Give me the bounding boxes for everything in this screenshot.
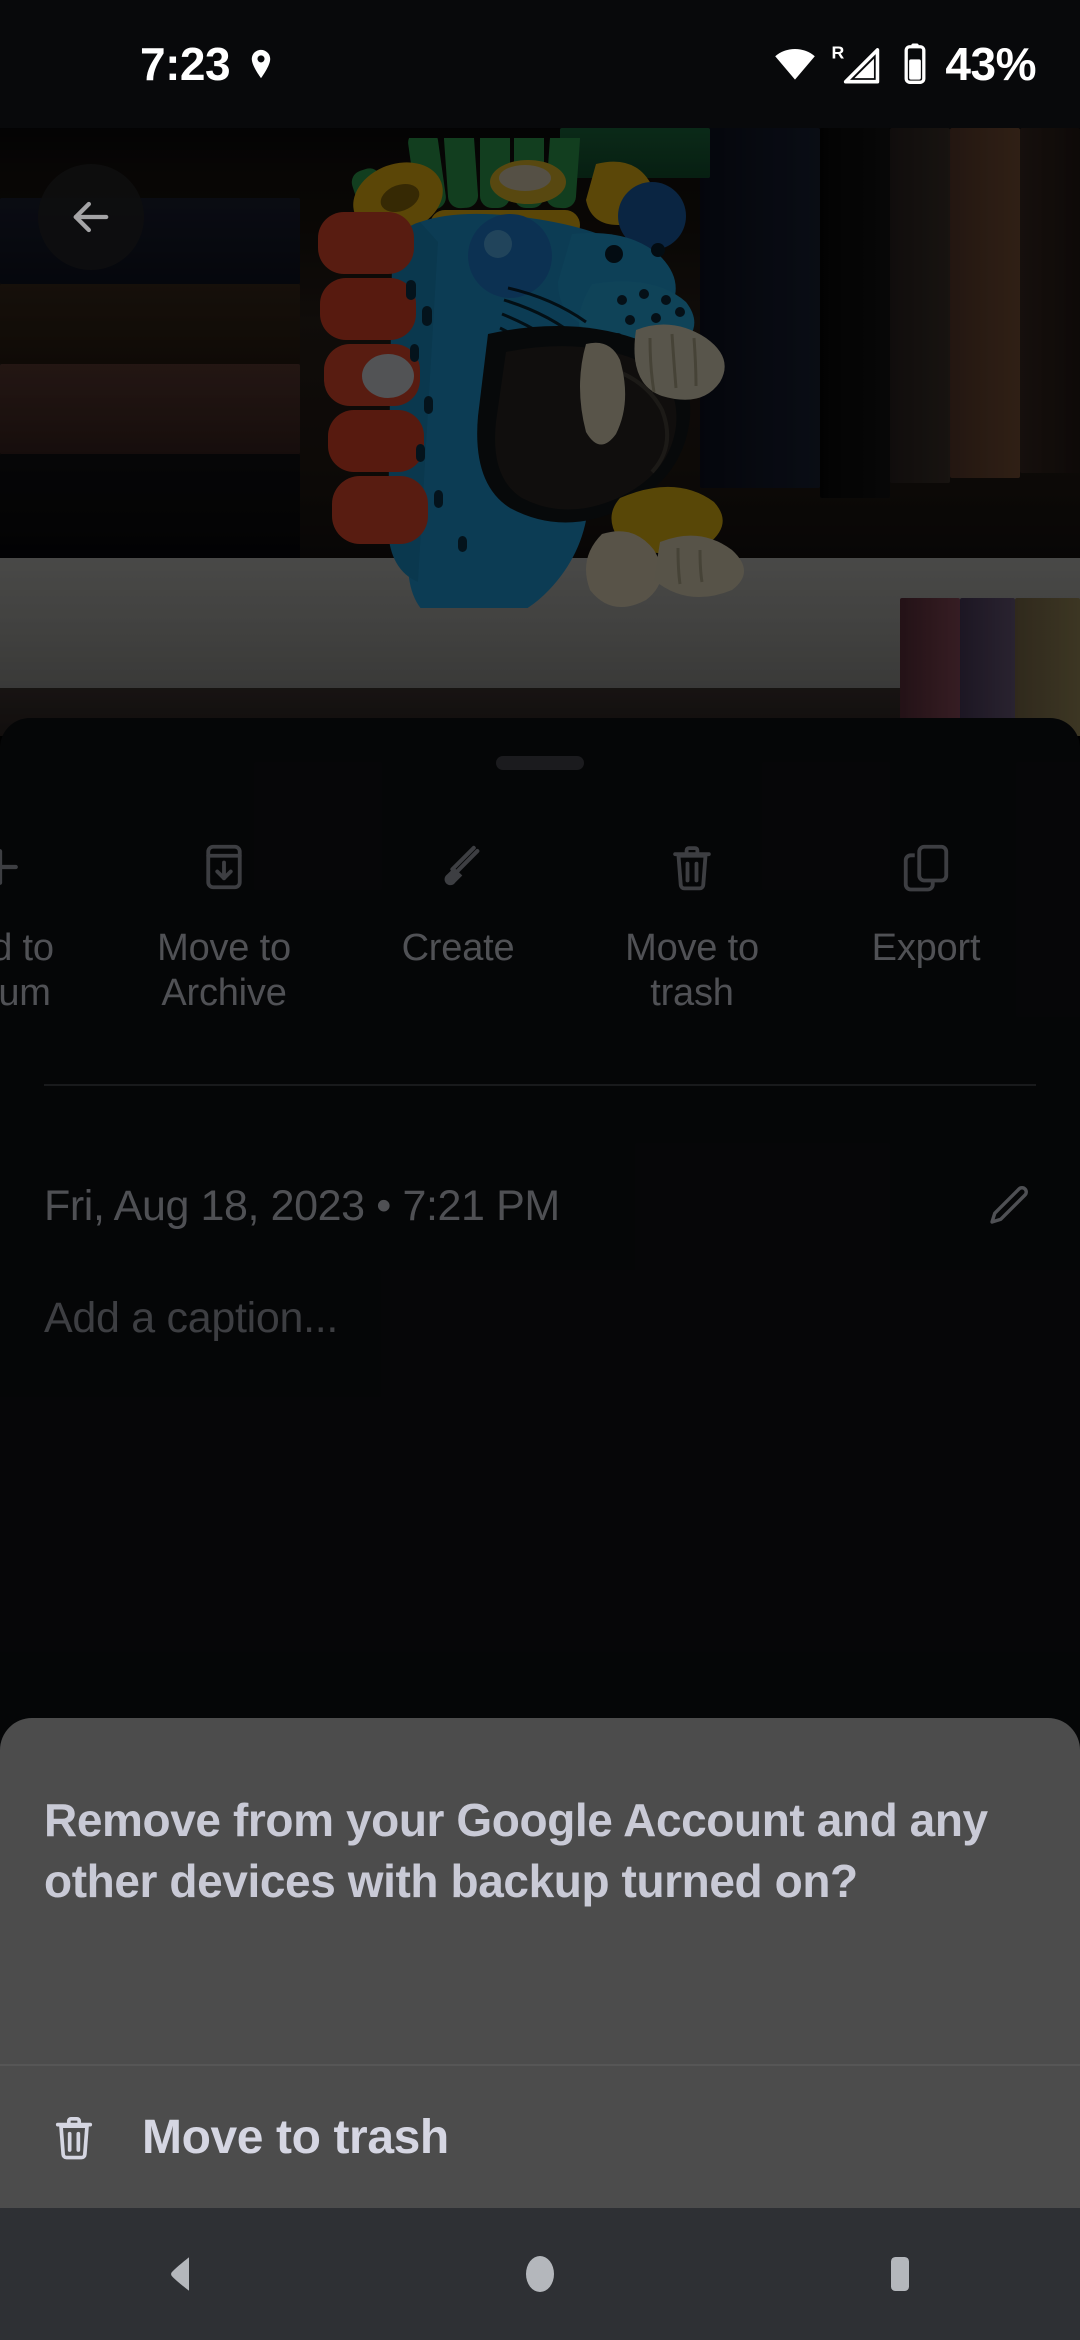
- phone-screen: Add to album Move to Archive: [0, 0, 1080, 2340]
- battery-percent: 43%: [945, 38, 1036, 90]
- nav-recents-square: [891, 2257, 909, 2291]
- status-bar: 7:23 R 43%: [0, 0, 1080, 128]
- trash-icon: [55, 2116, 93, 2160]
- dialog-action-label: Move to trash: [142, 2110, 449, 2164]
- nav-home-button[interactable]: [480, 2214, 600, 2334]
- battery-icon: [899, 42, 931, 86]
- dialog-move-to-trash-button[interactable]: Move to trash: [0, 2066, 1080, 2208]
- svg-text:R: R: [832, 43, 845, 63]
- status-time: 7:23: [140, 38, 231, 90]
- wifi-icon: [773, 42, 817, 86]
- nav-back-button[interactable]: [120, 2214, 240, 2334]
- confirm-delete-dialog: Remove from your Google Account and any …: [0, 1718, 1080, 2208]
- android-nav-bar: [0, 2208, 1080, 2340]
- dialog-title: Remove from your Google Account and any …: [44, 1794, 988, 1907]
- location-pin-icon: [244, 47, 278, 81]
- nav-back-triangle: [171, 2257, 189, 2291]
- nav-home-circle: [526, 2256, 554, 2292]
- cellular-signal-icon: R: [831, 41, 885, 87]
- nav-recents-button[interactable]: [840, 2214, 960, 2334]
